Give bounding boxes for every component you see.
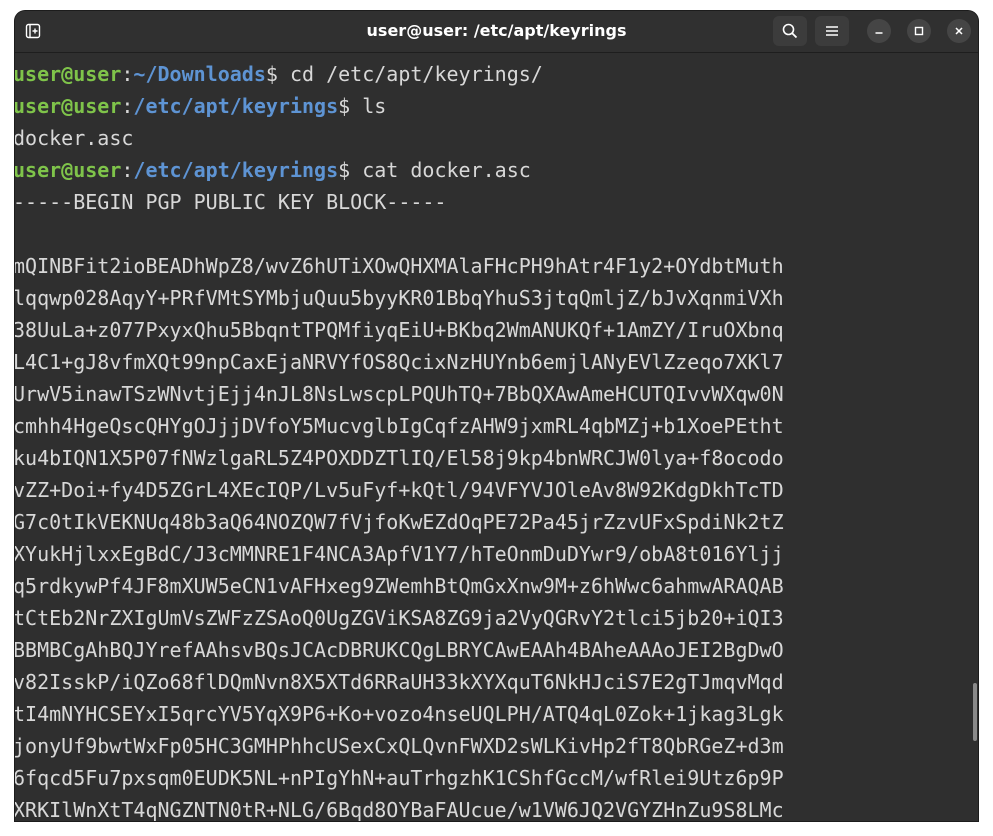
minimize-icon <box>875 32 883 34</box>
maximize-icon <box>914 26 924 36</box>
close-icon <box>955 27 963 35</box>
key-line: 6fqcd5Fu7pxsqm0EUDK5NL+nPIgYhN+auTrhgzhK… <box>15 766 784 790</box>
key-line: mQINBFit2ioBEADhWpZ8/wvZ6hUTiXOwQHXMAlaF… <box>15 254 784 278</box>
key-line: G7c0tIkVEKNUq48b3aQ64NOZQW7fVjfoKwEZdOqP… <box>15 510 784 534</box>
key-line: ku4bIQN1X5P07fNWzlgaRL5Z4POXDDZTlIQ/El58… <box>15 446 784 470</box>
prompt-separator: : <box>121 62 134 86</box>
prompt-path: /etc/apt/keyrings <box>133 158 339 182</box>
key-line: q5rdkywPf4JF8mXUW5eCN1vAFHxeg9ZWemhBtQmG… <box>15 574 784 598</box>
prompt-line: user@user:~/Downloads$ cd /etc/apt/keyri… <box>15 58 543 90</box>
ls-output-line: docker.asc <box>15 126 134 150</box>
terminal-output[interactable]: user@user:~/Downloads$ cd /etc/apt/keyri… <box>15 53 978 821</box>
prompt-user: user@user <box>15 158 122 182</box>
menu-button[interactable] <box>815 16 849 46</box>
prompt-user: user@user <box>15 62 122 86</box>
key-line: XYukHjlxxEgBdC/J3cMMNRE1F4NCA3ApfV1Y7/hT… <box>15 542 784 566</box>
key-line: 38UuLa+z077PxyxQhu5BbqntTPQMfiyqEiU+BKbq… <box>15 318 784 342</box>
prompt-path: ~/Downloads <box>133 62 266 86</box>
title-bar: user@user: /etc/apt/keyrings <box>15 11 978 53</box>
prompt-command: cd /etc/apt/keyrings/ <box>277 62 543 86</box>
prompt-symbol: $ <box>338 158 351 182</box>
prompt-symbol: $ <box>265 62 278 86</box>
prompt-path: /etc/apt/keyrings <box>133 94 339 118</box>
key-line: cmhh4HgeQscQHYgOJjjDVfoY5MucvglbIgCqfzAH… <box>15 414 784 438</box>
prompt-separator: : <box>121 158 134 182</box>
prompt-command: cat docker.asc <box>350 158 531 182</box>
key-line: L4C1+gJ8vfmXQt99npCaxEjaNRVYfOS8QcixNzHU… <box>15 350 784 374</box>
key-line: lqqwp028AqyY+PRfVMtSYMbjuQuu5byyKR01BbqY… <box>15 286 784 310</box>
key-line: v82IsskP/iQZo68flDQmNvn8X5XTd6RRaUH33kXY… <box>15 670 784 694</box>
prompt-line: user@user:/etc/apt/keyrings$ cat docker.… <box>15 154 531 186</box>
prompt-separator: : <box>121 94 134 118</box>
close-button[interactable] <box>947 19 971 43</box>
prompt-command: ls <box>350 94 387 118</box>
key-line: UrwV5inawTSzWNvtjEjj4nJL8NsLwscpLPQUhTQ+… <box>15 382 784 406</box>
key-line: XRKIlWnXtT4qNGZNTN0tR+NLG/6Bqd8OYBaFAUcu… <box>15 798 784 821</box>
key-line: jonyUf9bwtWxFp05HC3GMHPhhcUSexCxQLQvnFWX… <box>15 734 784 758</box>
key-line: BBMBCgAhBQJYrefAAhsvBQsJCAcDBRUKCQgLBRYC… <box>15 638 784 662</box>
key-line: tI4mNYHCSEYxI5qrcYV5YqX9P6+Ko+vozo4nseUQ… <box>15 702 784 726</box>
minimize-button[interactable] <box>867 19 891 43</box>
search-icon <box>782 23 798 39</box>
key-line: vZZ+Doi+fy4D5ZGrL4XEcIQP/Lv5uFyf+kQtl/94… <box>15 478 784 502</box>
maximize-button[interactable] <box>907 19 931 43</box>
hamburger-menu-icon <box>826 26 838 36</box>
terminal-window: user@user: /etc/apt/keyrings user@user:~… <box>15 11 978 821</box>
pgp-begin-line: -----BEGIN PGP PUBLIC KEY BLOCK----- <box>15 190 447 214</box>
prompt-symbol: $ <box>338 94 351 118</box>
scrollbar-thumb[interactable] <box>973 683 977 741</box>
key-line: tCtEb2NrZXIgUmVsZWFzZSAoQ0UgZGViKSA8ZG9j… <box>15 606 784 630</box>
search-button[interactable] <box>773 16 807 46</box>
prompt-user: user@user <box>15 94 122 118</box>
prompt-line: user@user:/etc/apt/keyrings$ ls <box>15 90 386 122</box>
